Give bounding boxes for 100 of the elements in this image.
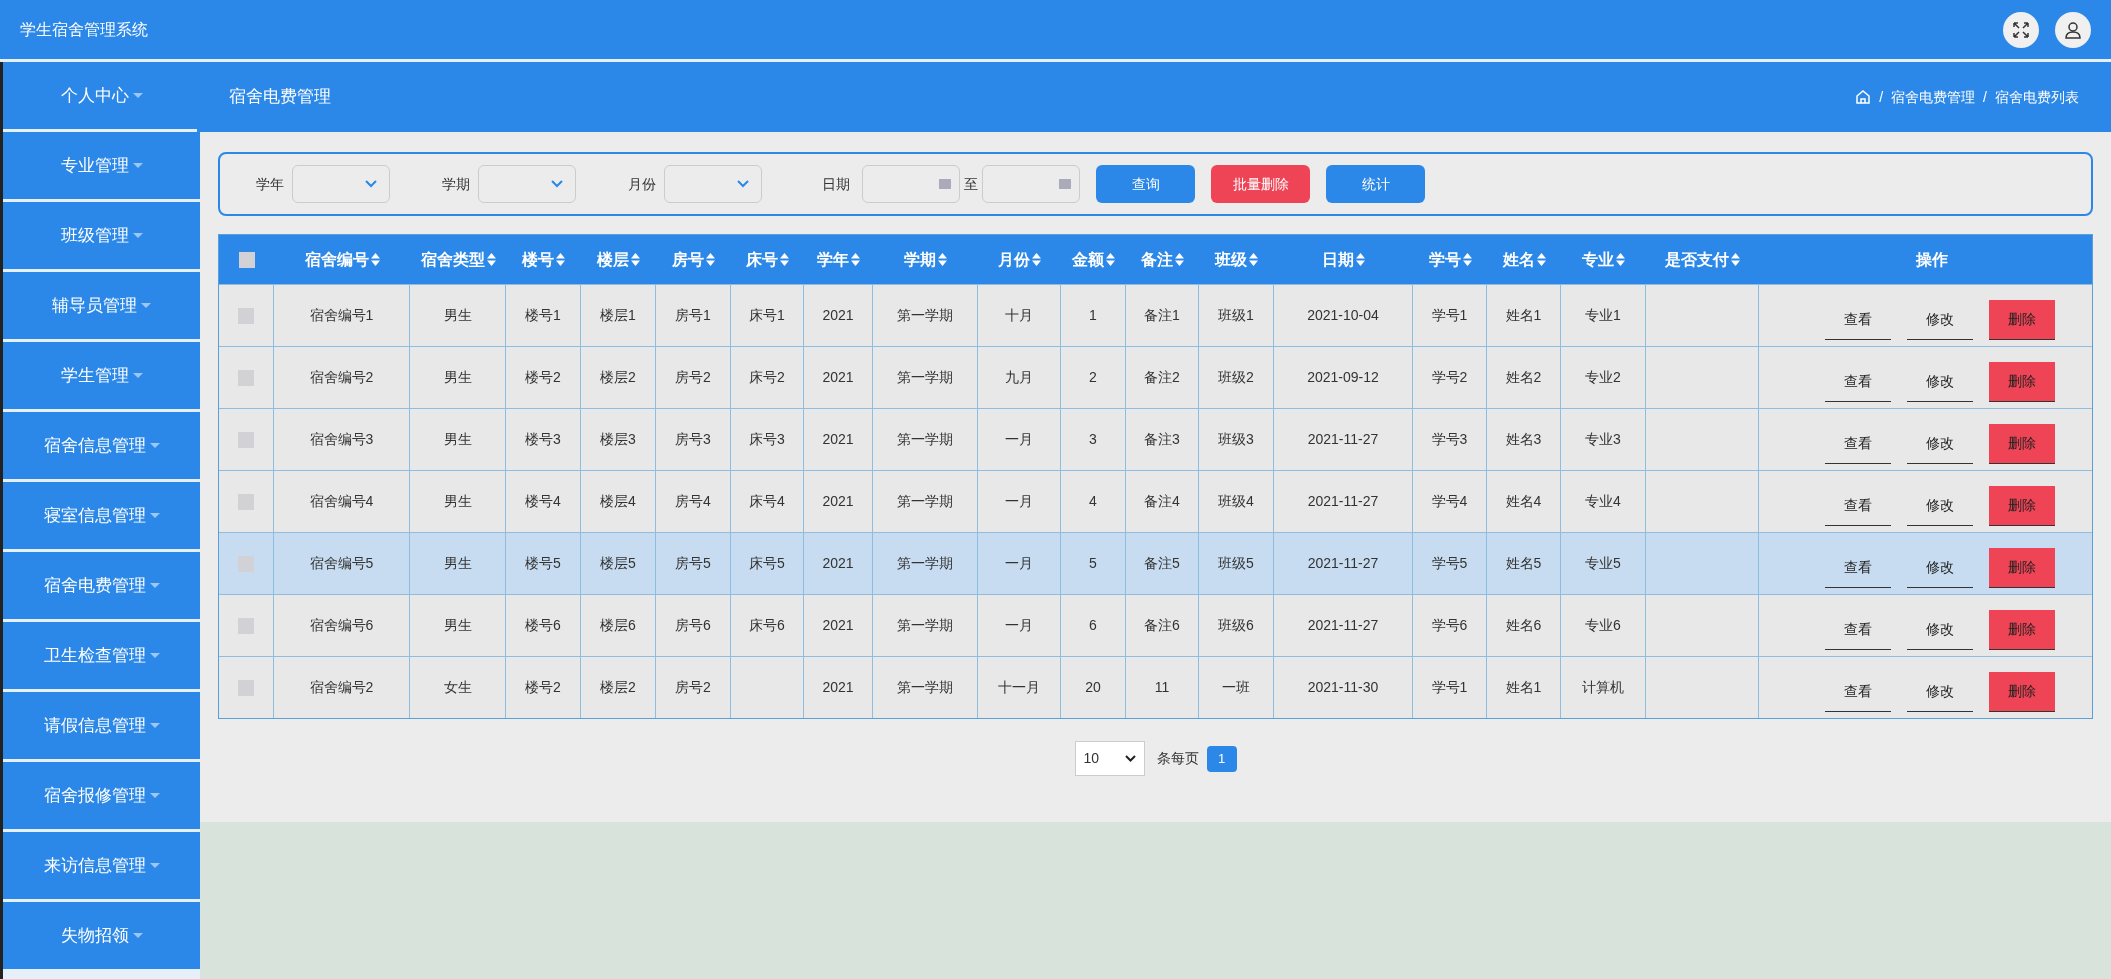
row-action-button[interactable]: 查看 (1825, 485, 1891, 526)
sidebar-item[interactable]: 辅导员管理 (3, 272, 200, 339)
sort-icon[interactable] (1356, 253, 1365, 266)
column-header[interactable]: 班级 (1215, 247, 1258, 272)
column-header[interactable]: 是否支付 (1665, 247, 1740, 272)
sort-icon[interactable] (1249, 253, 1258, 266)
breadcrumb-item[interactable]: 宿舍电费管理 (1891, 86, 1976, 108)
table-row[interactable]: 宿舍编号3 男生 楼号3 楼层3 房号3 床号3 2021 第一学期 一月 3 备注3 班级3 2021-11-27 学号3 姓名3 专业3 查看 修改 删除 (219, 408, 2092, 470)
column-header[interactable]: 月份 (998, 247, 1041, 272)
row-action-button[interactable]: 修改 (1907, 609, 1973, 650)
sidebar-item[interactable]: 宿舍电费管理 (3, 552, 200, 619)
sidebar-item[interactable]: 班级管理 (3, 202, 200, 269)
checkbox[interactable] (238, 555, 254, 572)
row-action-button[interactable]: 删除 (1989, 361, 2055, 402)
column-header[interactable]: 学号 (1428, 247, 1472, 272)
table-cell-text: 2021-11-27 (1307, 492, 1379, 511)
row-action-button[interactable]: 删除 (1989, 671, 2055, 712)
row-action-button[interactable]: 删除 (1989, 609, 2055, 650)
table-row[interactable]: 宿舍编号1 男生 楼号1 楼层1 房号1 床号1 2021 第一学期 十月 1 备注1 班级1 2021-10-04 学号1 姓名1 专业1 查看 修改 删除 (219, 284, 2092, 346)
sidebar-item[interactable]: 个人中心 (3, 62, 200, 129)
page-size-select[interactable]: 10 (1074, 741, 1145, 776)
column-header[interactable]: 姓名 (1502, 247, 1546, 272)
sidebar-item[interactable]: 失物招领 (3, 902, 200, 969)
row-action-button[interactable]: 查看 (1825, 423, 1891, 464)
breadcrumb-item[interactable]: 宿舍电费列表 (1995, 86, 2079, 108)
sidebar-item[interactable]: 学生管理 (3, 342, 200, 409)
row-action-button[interactable]: 查看 (1825, 609, 1891, 650)
row-action-button[interactable]: 修改 (1907, 361, 1973, 402)
sort-icon[interactable] (370, 253, 380, 266)
checkbox[interactable] (238, 251, 255, 268)
table-row[interactable]: 宿舍编号6 男生 楼号6 楼层6 房号6 床号6 2021 第一学期 一月 6 备注6 班级6 2021-11-27 学号6 姓名6 专业6 查看 修改 删除 (219, 594, 2092, 656)
sort-icon[interactable] (1175, 253, 1184, 266)
filter-button[interactable]: 统计 (1326, 165, 1425, 203)
table-row[interactable]: 宿舍编号4 男生 楼号4 楼层4 房号4 床号4 2021 第一学期 一月 4 备注4 班级4 2021-11-27 学号4 姓名4 专业4 查看 修改 删除 (219, 470, 2092, 532)
select-field[interactable] (478, 165, 576, 203)
row-action-button[interactable]: 删除 (1989, 299, 2055, 340)
sort-icon[interactable] (1536, 253, 1546, 266)
select-field[interactable] (664, 165, 762, 203)
row-action-button[interactable]: 删除 (1989, 423, 2055, 464)
sort-icon[interactable] (1032, 253, 1041, 266)
column-header[interactable]: 学期 (904, 247, 947, 272)
row-action-button[interactable]: 删除 (1989, 547, 2055, 588)
column-header[interactable]: 宿舍编号 (304, 247, 380, 272)
sort-icon[interactable] (1731, 253, 1740, 266)
column-header[interactable]: 日期 (1322, 247, 1365, 272)
sort-icon[interactable] (851, 253, 860, 266)
row-action-button[interactable]: 查看 (1825, 299, 1891, 340)
row-action-button[interactable]: 修改 (1907, 423, 1973, 464)
sidebar-item[interactable]: 专业管理 (3, 132, 200, 199)
table-cell-text: 一月 (1005, 554, 1033, 573)
sort-icon[interactable] (780, 253, 789, 266)
sidebar-item[interactable]: 宿舍报修管理 (3, 762, 200, 829)
table-cell-text: 房号5 (675, 554, 711, 573)
table-cell-text: 男生 (443, 554, 472, 573)
date-field[interactable] (982, 165, 1080, 203)
row-action-button[interactable]: 修改 (1907, 299, 1973, 340)
select-field[interactable] (292, 165, 390, 203)
column-header[interactable]: 楼号 (522, 247, 565, 272)
home-icon[interactable] (1855, 89, 1872, 105)
row-action-button[interactable]: 修改 (1907, 671, 1973, 712)
column-header[interactable]: 备注 (1141, 247, 1184, 272)
sidebar-item[interactable]: 请假信息管理 (3, 692, 200, 759)
sort-icon[interactable] (556, 253, 565, 266)
table-cell-text: 2021 (822, 368, 854, 387)
table-cell-text: 床号5 (749, 554, 785, 573)
sort-icon[interactable] (486, 253, 496, 266)
sort-icon[interactable] (1106, 253, 1115, 266)
table-row[interactable]: 宿舍编号5 男生 楼号5 楼层5 房号5 床号5 2021 第一学期 一月 5 备注5 班级5 2021-11-27 学号5 姓名5 专业5 查看 修改 删除 (219, 532, 2092, 594)
sidebar-item[interactable]: 宿舍信息管理 (3, 412, 200, 479)
sidebar-item[interactable]: 卫生检查管理 (3, 622, 200, 689)
page-button[interactable]: 1 (1206, 745, 1237, 772)
filter-button[interactable]: 查询 (1096, 165, 1195, 203)
column-header[interactable]: 专业 (1582, 247, 1625, 272)
row-action-button[interactable]: 查看 (1825, 547, 1891, 588)
filter-button[interactable]: 批量删除 (1211, 165, 1310, 203)
column-header[interactable]: 学年 (817, 247, 860, 272)
row-action-button[interactable]: 查看 (1825, 361, 1891, 402)
table-row[interactable]: 宿舍编号2 男生 楼号2 楼层2 房号2 床号2 2021 第一学期 九月 2 备注2 班级2 2021-09-12 学号2 姓名2 专业2 查看 修改 删除 (219, 346, 2092, 408)
column-header[interactable]: 床号 (746, 247, 789, 272)
sort-icon[interactable] (706, 253, 715, 266)
column-header[interactable]: 宿舍类型 (420, 247, 496, 272)
table-cell-text: 十一月 (998, 678, 1040, 697)
sort-icon[interactable] (938, 253, 947, 266)
sort-icon[interactable] (631, 253, 640, 266)
row-action-button[interactable]: 修改 (1907, 547, 1973, 588)
sort-icon[interactable] (1616, 253, 1625, 266)
sidebar-item[interactable]: 寝室信息管理 (3, 482, 200, 549)
table-row[interactable]: 宿舍编号2 女生 楼号2 楼层2 房号2 2021 第一学期 十一月 20 11 一班 2021-11-30 学号1 姓名1 计算机 查看 修改 删除 (219, 656, 2092, 718)
date-field[interactable] (862, 165, 960, 203)
column-header[interactable]: 操作 (1916, 247, 1948, 272)
sidebar-item[interactable]: 来访信息管理 (3, 832, 200, 899)
column-header[interactable]: 金额 (1072, 247, 1115, 272)
fullscreen-button[interactable] (2003, 11, 2039, 48)
row-action-button[interactable]: 修改 (1907, 485, 1973, 526)
row-action-button[interactable]: 查看 (1825, 671, 1891, 712)
column-header[interactable]: 楼层 (597, 247, 640, 272)
row-action-button[interactable]: 删除 (1989, 485, 2055, 526)
column-header[interactable]: 房号 (672, 247, 715, 272)
user-button[interactable] (2055, 11, 2091, 48)
sort-icon[interactable] (1462, 253, 1472, 266)
